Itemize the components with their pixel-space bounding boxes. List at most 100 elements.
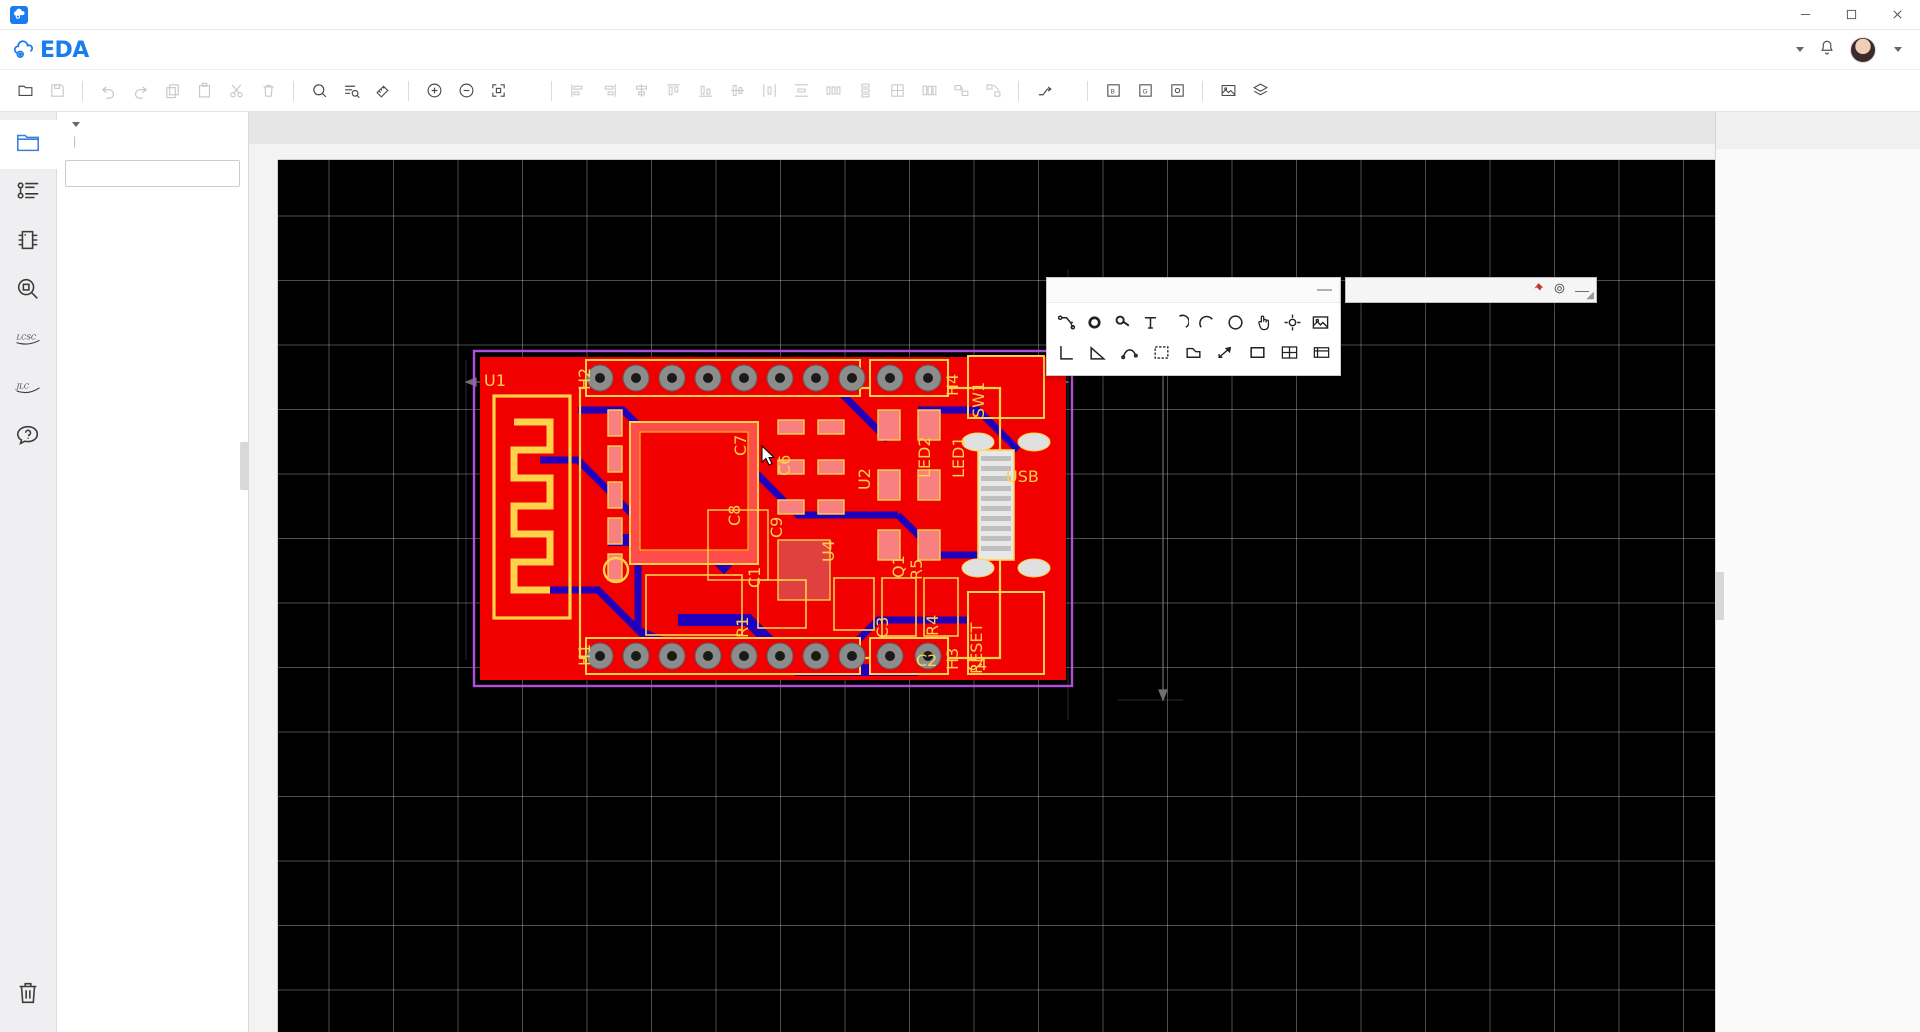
zoom-fit-icon[interactable] [483,76,513,106]
vertical-ruler[interactable] [249,160,278,1032]
via-tool-icon[interactable] [1081,309,1107,335]
measure-icon[interactable] [368,76,398,106]
menu-place[interactable] [154,44,178,56]
svg-text:USB: USB [1006,467,1039,486]
grid-distribute-icon[interactable] [914,76,944,106]
menu-route[interactable] [250,44,274,56]
avatar[interactable] [1850,36,1876,63]
menu-view[interactable] [202,44,226,56]
align-top-icon[interactable] [658,76,688,106]
sidebar-item-support[interactable] [0,414,57,463]
align-left-icon[interactable] [562,76,592,106]
menu-edit[interactable] [130,44,154,56]
sidebar-item-project[interactable] [0,120,57,169]
left-rail: LCSC JLC [0,112,57,1032]
panelize-tool-icon[interactable] [1276,339,1302,365]
user-menu[interactable] [1890,47,1902,52]
pad-tool-icon[interactable] [1110,309,1136,335]
search-icon[interactable] [304,76,334,106]
horizontal-ruler[interactable] [278,144,1715,160]
space-h-icon[interactable] [818,76,848,106]
maximize-button[interactable] [1828,0,1874,30]
grid-align-icon[interactable] [882,76,912,106]
hole-tool-icon[interactable] [1280,309,1306,335]
workspace-selector[interactable] [1793,47,1804,52]
pcb-tools-header: — [1047,278,1340,302]
align-right-icon[interactable] [594,76,624,106]
menu-help[interactable] [370,44,394,56]
sidebar-item-component-library[interactable] [0,267,57,316]
find-similar-icon[interactable] [336,76,366,106]
sidebar-item-recycle[interactable] [0,971,57,1020]
zoom-out-icon[interactable] [451,76,481,106]
project-panel-collapse-handle[interactable] [240,442,249,490]
minimize-icon[interactable]: — [1317,282,1332,297]
menu-settings[interactable] [346,44,370,56]
pcb-tools-panel[interactable]: — [1046,277,1341,376]
align-hcenter-icon[interactable] [626,76,656,106]
zoom-in-icon[interactable] [419,76,449,106]
menu-tools[interactable] [274,44,298,56]
paste-icon[interactable] [189,76,219,106]
delete-icon[interactable] [253,76,283,106]
polyline-tool-icon[interactable] [1053,339,1079,365]
ungroup-icon[interactable] [978,76,1008,106]
sidebar-item-jlc[interactable]: JLC [0,365,57,414]
copper-area-tool-icon[interactable] [1149,339,1175,365]
image-export-icon[interactable] [1213,76,1243,106]
cut-icon[interactable] [221,76,251,106]
svg-text:R5: R5 [907,559,926,580]
menu-format[interactable] [178,44,202,56]
assembly-icon[interactable] [1162,76,1192,106]
align-vcenter-icon[interactable] [722,76,752,106]
sidebar-item-lcsc[interactable]: LCSC [0,316,57,365]
svg-text:H1: H1 [575,644,594,666]
resize-handle-icon[interactable]: ◢ [1586,290,1594,301]
undo-icon[interactable] [93,76,123,106]
align-bottom-icon[interactable] [690,76,720,106]
angle-tool-icon[interactable] [1085,339,1111,365]
menu-advanced[interactable] [322,44,346,56]
text-tool-icon[interactable] [1138,309,1164,335]
group-icon[interactable] [946,76,976,106]
copy-icon[interactable] [157,76,187,106]
new-file-icon[interactable] [10,76,40,106]
menu-fabrication[interactable] [298,44,322,56]
hand-tool-icon[interactable] [1251,309,1277,335]
layers-panel[interactable]: — ◢ [1345,277,1597,303]
menu-design[interactable] [226,44,250,56]
distribute-h-icon[interactable] [754,76,784,106]
track-tool-icon[interactable] [1053,309,1079,335]
arc2-tool-icon[interactable] [1195,309,1221,335]
sidebar-item-design-manager[interactable] [0,169,57,218]
properties-collapse-handle[interactable] [1715,572,1724,620]
curve-tool-icon[interactable] [1117,339,1143,365]
close-button[interactable] [1874,0,1920,30]
pin-icon[interactable] [1531,282,1544,298]
solid-region-tool-icon[interactable] [1181,339,1207,365]
gear-icon[interactable] [1553,282,1566,298]
filter-input[interactable] [65,160,240,187]
save-icon[interactable] [42,76,72,106]
dimension-tool-icon[interactable] [1212,339,1238,365]
minimize-button[interactable] [1782,0,1828,30]
bom-icon[interactable]: B [1098,76,1128,106]
bell-icon[interactable] [1818,39,1836,60]
image-tool-icon[interactable] [1308,309,1334,335]
space-v-icon[interactable] [850,76,880,106]
redo-icon[interactable] [125,76,155,106]
height-dimension [1118,350,1183,702]
svg-text:SW1: SW1 [969,382,988,418]
canvas-wrapper: U1 H2 H4 H1 H3 SW1 LED1 LED2 USB RESET U… [249,144,1715,1032]
brand-logo[interactable]: EDA [12,36,92,63]
sidebar-item-common-library[interactable] [0,218,57,267]
layers-icon[interactable] [1245,76,1275,106]
board-outline-tool-icon[interactable] [1308,339,1334,365]
distribute-v-icon[interactable] [786,76,816,106]
circle-tool-icon[interactable] [1223,309,1249,335]
gerber-icon[interactable]: G [1130,76,1160,106]
route-icon[interactable] [1029,76,1059,106]
rect-tool-icon[interactable] [1244,339,1270,365]
arc-tool-icon[interactable] [1166,309,1192,335]
menu-file[interactable] [106,44,130,56]
